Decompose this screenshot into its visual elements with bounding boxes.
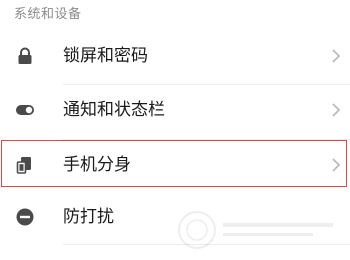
settings-item-notifications[interactable]: 通知和状态栏 bbox=[0, 84, 350, 136]
settings-item-label: 手机分身 bbox=[63, 155, 131, 175]
settings-item-label: 通知和状态栏 bbox=[63, 100, 165, 120]
settings-screen: 系统和设备 锁屏和密码 通知和状态栏 手机分身 防打扰 bbox=[0, 0, 350, 260]
chevron-right-icon bbox=[330, 46, 342, 66]
toggle-icon bbox=[15, 100, 35, 120]
settings-item-lock-screen[interactable]: 锁屏和密码 bbox=[0, 30, 350, 82]
settings-item-second-space[interactable]: 手机分身 bbox=[0, 139, 350, 191]
chevron-right-icon bbox=[330, 100, 342, 120]
settings-item-label: 锁屏和密码 bbox=[63, 46, 148, 66]
section-header: 系统和设备 bbox=[14, 7, 82, 22]
lock-icon bbox=[15, 46, 35, 66]
settings-item-do-not-disturb[interactable]: 防打扰 bbox=[0, 191, 350, 243]
second-space-icon bbox=[15, 155, 35, 175]
do-not-disturb-icon bbox=[15, 207, 35, 227]
divider bbox=[63, 244, 350, 245]
chevron-right-icon bbox=[330, 155, 342, 175]
settings-item-label: 防打扰 bbox=[63, 207, 114, 227]
